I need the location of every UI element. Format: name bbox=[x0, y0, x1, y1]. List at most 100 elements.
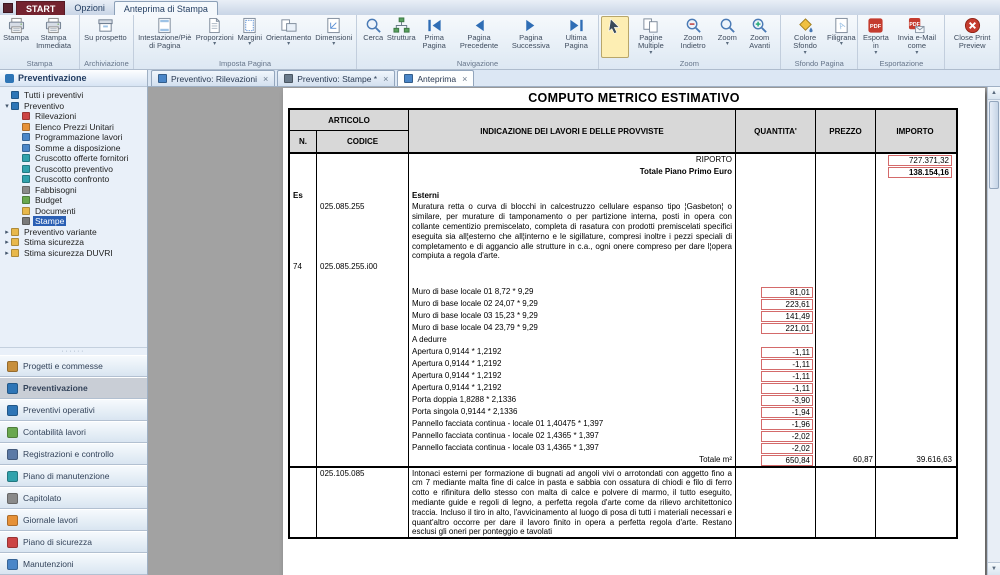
zoom-avanti-button[interactable]: Zoom Avanti bbox=[741, 16, 778, 58]
tree-item-cruscotto-preventivo[interactable]: Cruscotto preventivo bbox=[0, 164, 147, 175]
filigrana-button[interactable]: Filigrana ▾ bbox=[827, 16, 856, 58]
tree-item-tutti-i-preventivi[interactable]: Tutti i preventivi bbox=[0, 90, 147, 101]
ribbon-tab-opzioni[interactable]: Opzioni bbox=[65, 1, 114, 15]
scrollbar-thumb[interactable] bbox=[989, 101, 999, 189]
quantita-value[interactable]: -2,02 bbox=[761, 442, 813, 454]
prima-pagina-button[interactable]: Prima Pagina bbox=[415, 16, 453, 58]
quantita-value[interactable]: -1,11 bbox=[761, 382, 813, 394]
tree-item-stima-sicurezza-duvri[interactable]: ▸ Stima sicurezza DUVRI bbox=[0, 248, 147, 259]
printer-icon bbox=[22, 217, 30, 226]
cell-quantita: -1,94 bbox=[736, 405, 816, 418]
tree-item-programmazione-lavori[interactable]: Programmazione lavori bbox=[0, 132, 147, 143]
importo-value[interactable]: 727.371,32 bbox=[888, 155, 952, 166]
quantita-value[interactable]: 221,01 bbox=[761, 322, 813, 334]
app-icon[interactable] bbox=[3, 3, 13, 13]
nav-button-capitolato[interactable]: Capitolato bbox=[0, 487, 147, 509]
tree-item-elenco-prezzi-unitari[interactable]: Elenco Prezzi Unitari bbox=[0, 122, 147, 133]
survey-icon bbox=[22, 112, 30, 121]
quantita-value[interactable]: -1,94 bbox=[761, 406, 813, 418]
importo-value[interactable]: 138.154,16 bbox=[888, 167, 952, 178]
tree-item-cruscotto-offerte-fornitori[interactable]: Cruscotto offerte fornitori bbox=[0, 153, 147, 164]
nav-button-label: Capitolato bbox=[23, 493, 62, 503]
quantita-value[interactable]: 650,84 bbox=[761, 454, 813, 466]
quantita-value[interactable]: -1,11 bbox=[761, 370, 813, 382]
tree-item-rilevazioni[interactable]: Rilevazioni bbox=[0, 111, 147, 122]
tree-item-budget[interactable]: Budget bbox=[0, 195, 147, 206]
cell-importo bbox=[876, 201, 954, 261]
quantita-value[interactable]: 223,61 bbox=[761, 298, 813, 310]
document-title: COMPUTO METRICO ESTIMATIVO bbox=[528, 91, 740, 105]
tree-item-stima-sicurezza[interactable]: ▸ Stima sicurezza bbox=[0, 237, 147, 248]
document-tab-anteprima[interactable]: Anteprima × bbox=[397, 70, 475, 86]
tree-item-fabbisogni[interactable]: Fabbisogni bbox=[0, 185, 147, 196]
cell-n bbox=[290, 441, 317, 454]
table-row: Muro di base locale 02 24,07 * 9,29 223,… bbox=[290, 297, 956, 310]
su-prospetto-button[interactable]: Su prospetto bbox=[82, 16, 129, 58]
document-tab-preventivo-rilevazioni[interactable]: Preventivo: Rilevazioni × bbox=[151, 70, 276, 86]
stampa-immediata-button[interactable]: Stampa Immediata bbox=[30, 16, 77, 58]
nav-button-contabilit-lavori[interactable]: Contabilità lavori bbox=[0, 421, 147, 443]
pagina-precedente-button[interactable]: Pagina Precedente bbox=[453, 16, 505, 58]
ribbon-group-sfondo-pagina: Colore Sfondo ▾ Filigrana ▾ Sfondo Pagina bbox=[781, 15, 859, 69]
nav-button-giornale-lavori[interactable]: Giornale lavori bbox=[0, 509, 147, 531]
tree-item-stampe[interactable]: Stampe bbox=[0, 216, 147, 227]
scroll-down-icon[interactable]: ▼ bbox=[988, 562, 1000, 575]
invia-e-mail-come-button[interactable]: Invia e-Mail come ▾ bbox=[891, 16, 942, 58]
pointer-button[interactable] bbox=[600, 16, 629, 58]
pagine-multiple-button[interactable]: Pagine Multiple ▾ bbox=[629, 16, 673, 58]
quantita-value[interactable]: -2,02 bbox=[761, 430, 813, 442]
tree-item-preventivo-variante[interactable]: ▸ Preventivo variante bbox=[0, 227, 147, 238]
quantita-value[interactable]: 141,49 bbox=[761, 310, 813, 322]
nav-button-piano-di-manutenzione[interactable]: Piano di manutenzione bbox=[0, 465, 147, 487]
struttura-button[interactable]: Struttura bbox=[387, 16, 416, 58]
cell-quantita: -2,02 bbox=[736, 429, 816, 442]
nav-button-icon bbox=[7, 448, 18, 460]
intestazione-pi-di-pagina-button[interactable]: Intestazione/Piè di Pagina bbox=[136, 16, 194, 58]
nav-button-preventivi-operativi[interactable]: Preventivi operativi bbox=[0, 399, 147, 421]
nav-button-preventivazione[interactable]: Preventivazione bbox=[0, 377, 147, 399]
tree-item-documenti[interactable]: Documenti bbox=[0, 206, 147, 217]
margini-button[interactable]: Margini ▾ bbox=[236, 16, 264, 58]
colore-sfondo-button[interactable]: Colore Sfondo ▾ bbox=[783, 16, 827, 58]
ribbon-tab-anteprima-di-stampa[interactable]: Anteprima di Stampa bbox=[113, 1, 218, 15]
dimensioni-button[interactable]: Dimensioni ▾ bbox=[313, 16, 354, 58]
importo-value: 39.616,63 bbox=[916, 454, 952, 464]
cell-indicazione: Muro di base locale 04 23,79 * 9,29 bbox=[409, 321, 736, 334]
quantita-value[interactable]: -3,90 bbox=[761, 394, 813, 406]
esporta-in-button[interactable]: Esporta in ▾ bbox=[860, 16, 891, 58]
orientamento-button[interactable]: Orientamento ▾ bbox=[264, 16, 313, 58]
close-print-preview-button[interactable]: Close Print Preview bbox=[947, 16, 997, 67]
nav-button-manutenzioni[interactable]: Manutenzioni bbox=[0, 553, 147, 575]
quantita-value[interactable]: -1,96 bbox=[761, 418, 813, 430]
zoom-indietro-button[interactable]: Zoom Indietro bbox=[673, 16, 713, 58]
next-page-icon bbox=[522, 17, 539, 34]
cell-prezzo bbox=[816, 189, 876, 202]
zoom-button[interactable]: Zoom ▾ bbox=[713, 16, 741, 58]
document-tab-preventivo-stampe[interactable]: Preventivo: Stampe * × bbox=[277, 70, 396, 86]
stampa-button[interactable]: Stampa bbox=[2, 16, 30, 58]
quantita-value[interactable]: -1,11 bbox=[761, 346, 813, 358]
cell-importo bbox=[876, 346, 954, 358]
tree-item-preventivo[interactable]: ▾ Preventivo bbox=[0, 101, 147, 112]
proporzioni-button[interactable]: Proporzioni ▾ bbox=[194, 16, 236, 58]
scroll-up-icon[interactable]: ▲ bbox=[988, 87, 1000, 100]
budget-icon bbox=[22, 196, 30, 205]
nav-button-registrazioni-e-controllo[interactable]: Registrazioni e controllo bbox=[0, 443, 147, 465]
nav-button-progetti-e-commesse[interactable]: Progetti e commesse bbox=[0, 355, 147, 377]
cell-indicazione bbox=[409, 261, 736, 273]
quantita-value[interactable]: -1,11 bbox=[761, 358, 813, 370]
panel-gripper[interactable]: ∙∙∙∙∙∙ bbox=[0, 347, 147, 355]
quantita-value[interactable]: 81,01 bbox=[761, 286, 813, 298]
vertical-scrollbar[interactable]: ▲ ▼ bbox=[987, 87, 1000, 575]
nav-button-piano-di-sicurezza[interactable]: Piano di sicurezza bbox=[0, 531, 147, 553]
tree-item-somme-a-disposizione[interactable]: Somme a disposizione bbox=[0, 143, 147, 154]
ultima-pagina-button[interactable]: Ultima Pagina bbox=[557, 16, 596, 58]
cell-n bbox=[290, 178, 317, 190]
ribbon-tab-start[interactable]: START bbox=[16, 1, 66, 15]
tab-close-icon[interactable]: × bbox=[263, 74, 268, 84]
tab-close-icon[interactable]: × bbox=[383, 74, 388, 84]
pagina-successiva-button[interactable]: Pagina Successiva bbox=[505, 16, 557, 58]
cerca-button[interactable]: Cerca bbox=[359, 16, 387, 58]
tree-item-cruscotto-confronto[interactable]: Cruscotto confronto bbox=[0, 174, 147, 185]
tab-close-icon[interactable]: × bbox=[462, 74, 467, 84]
